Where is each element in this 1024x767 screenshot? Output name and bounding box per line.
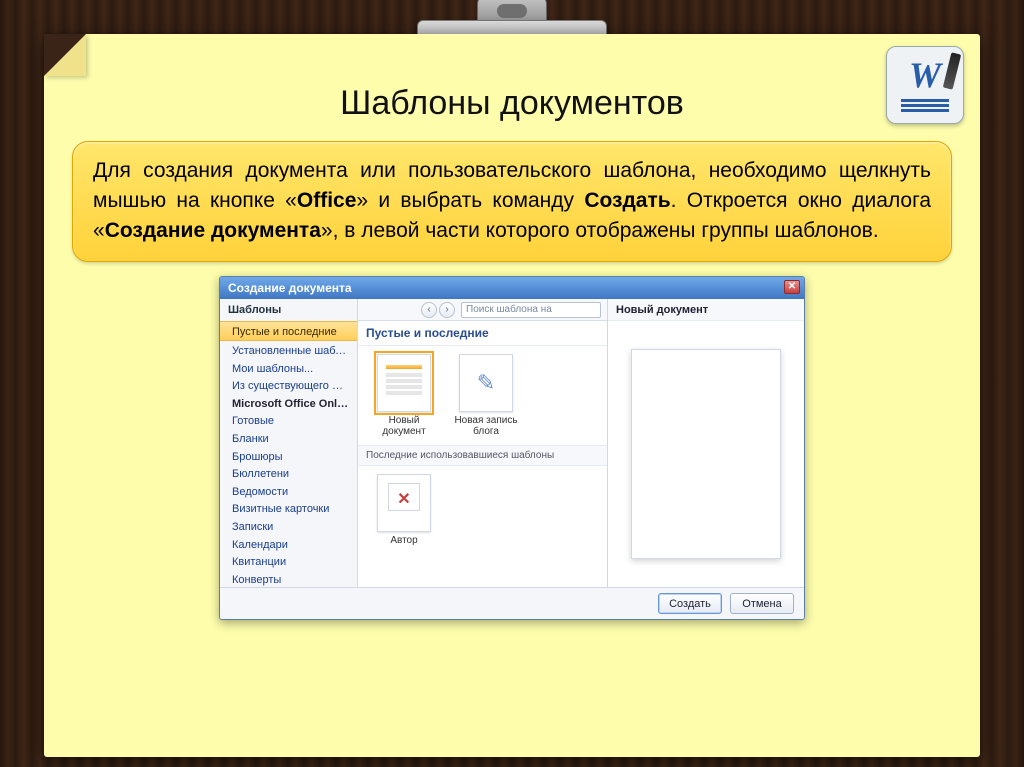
- dialog-title-text: Создание документа: [228, 281, 352, 295]
- sidebar-header-online: Microsoft Office Online: [220, 394, 357, 412]
- template-thumb-icon: [377, 354, 431, 412]
- template-label: Новая запись блога: [450, 415, 522, 437]
- sidebar-header: Шаблоны: [220, 299, 357, 321]
- sidebar-item-my-templates[interactable]: Мои шаблоны...: [220, 359, 357, 377]
- desc-bold-office: Office: [297, 189, 357, 212]
- create-document-dialog: Создание документа ✕ Шаблоны Пустые и по…: [219, 276, 805, 620]
- template-label: Новый документ: [368, 415, 440, 437]
- sidebar-item-online[interactable]: Бюллетени: [220, 464, 357, 482]
- nav-forward-icon[interactable]: ›: [439, 302, 455, 318]
- search-placeholder: Поиск шаблона на: [466, 304, 552, 315]
- sidebar-item-online[interactable]: Готовые: [220, 411, 357, 429]
- word-app-icon: W: [886, 46, 964, 124]
- sidebar-item-online[interactable]: Записки: [220, 517, 357, 535]
- sidebar-item-online[interactable]: Конверты: [220, 570, 357, 588]
- close-icon[interactable]: ✕: [784, 280, 800, 294]
- template-thumb-icon: [377, 474, 431, 532]
- templates-gallery: ‹ › Поиск шаблона на Пустые и последние …: [358, 299, 608, 587]
- preview-header: Новый документ: [608, 299, 804, 321]
- group-header-recent: Последние использовавшиеся шаблоны: [358, 445, 607, 466]
- template-label: Автор: [390, 535, 417, 546]
- template-new-document[interactable]: Новый документ: [368, 354, 440, 437]
- gallery-toolbar: ‹ › Поиск шаблона на: [358, 299, 607, 321]
- sidebar-item-online[interactable]: Календари: [220, 535, 357, 553]
- search-input[interactable]: Поиск шаблона на: [461, 302, 601, 318]
- sidebar-item-online[interactable]: Брошюры: [220, 447, 357, 465]
- preview-page: [631, 349, 781, 559]
- dialog-footer: Создать Отмена: [220, 587, 804, 619]
- template-author[interactable]: Автор: [368, 474, 440, 546]
- template-new-blog-post[interactable]: ✎ Новая запись блога: [450, 354, 522, 437]
- desc-bold-create: Создать: [584, 189, 670, 212]
- template-thumb-icon: ✎: [459, 354, 513, 412]
- description-box: Для создания документа или пользовательс…: [72, 141, 952, 262]
- sidebar-item-installed[interactable]: Установленные шаблоны: [220, 341, 357, 359]
- sidebar-item-online[interactable]: Визитные карточки: [220, 499, 357, 517]
- sidebar-item-from-existing[interactable]: Из существующего документа...: [220, 376, 357, 394]
- desc-text: », в левой части которого отображены гру…: [321, 219, 879, 242]
- dialog-titlebar[interactable]: Создание документа ✕: [220, 277, 804, 299]
- sidebar-item-online[interactable]: Ведомости: [220, 482, 357, 500]
- page-fold-icon: [44, 34, 86, 76]
- desc-bold-dialog: Создание документа: [105, 219, 321, 242]
- desc-text: » и выбрать команду: [356, 189, 584, 212]
- cancel-button[interactable]: Отмена: [730, 593, 794, 614]
- sidebar-item-online[interactable]: Бланки: [220, 429, 357, 447]
- slide-title: Шаблоны документов: [72, 84, 952, 123]
- templates-sidebar: Шаблоны Пустые и последние Установленные…: [220, 299, 358, 587]
- nav-back-icon[interactable]: ‹: [421, 302, 437, 318]
- create-button[interactable]: Создать: [658, 593, 722, 614]
- group-header-blank: Пустые и последние: [358, 321, 607, 346]
- sidebar-item-blank-recent[interactable]: Пустые и последние: [220, 321, 357, 341]
- sidebar-item-online[interactable]: Квитанции: [220, 552, 357, 570]
- slide-card: W Шаблоны документов Для создания докуме…: [44, 34, 980, 757]
- preview-pane: Новый документ: [608, 299, 804, 587]
